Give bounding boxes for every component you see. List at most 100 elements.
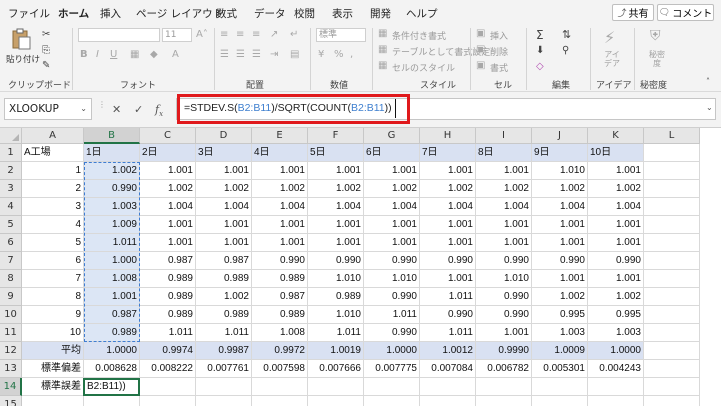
cell-b9[interactable]: 1.001 (84, 288, 140, 306)
column-header-c[interactable]: C (140, 128, 196, 144)
cell-b4[interactable]: 1.003 (84, 198, 140, 216)
cell-b2[interactable]: 1.002 (84, 162, 140, 180)
grow-font-icon[interactable]: A˄ (196, 30, 208, 40)
cell-c1[interactable]: 2日 (140, 144, 196, 162)
cell-d11[interactable]: 1.011 (196, 324, 252, 342)
comment-button[interactable]: 🗨 コメント (657, 4, 714, 21)
cell-f2[interactable]: 1.001 (308, 162, 364, 180)
cell-d12[interactable]: 0.9987 (196, 342, 252, 360)
more-icon[interactable]: ⋮ (98, 100, 106, 109)
cell-a11[interactable]: 10 (22, 324, 84, 342)
cell-k11[interactable]: 1.003 (588, 324, 644, 342)
cell-g5[interactable]: 1.001 (364, 216, 420, 234)
font-name-select[interactable] (78, 28, 160, 42)
cell-k8[interactable]: 1.001 (588, 270, 644, 288)
cell-h6[interactable]: 1.001 (420, 234, 476, 252)
tab-view[interactable]: 表示 (332, 6, 353, 21)
cell-a1[interactable]: A工場 (22, 144, 84, 162)
merge-icon[interactable]: ▤ (290, 50, 299, 60)
cell-j6[interactable]: 1.001 (532, 234, 588, 252)
cell-f7[interactable]: 0.990 (308, 252, 364, 270)
cell-h12[interactable]: 1.0012 (420, 342, 476, 360)
italic-icon[interactable]: I (96, 50, 99, 60)
cell-a13[interactable]: 標準偏差 (22, 360, 84, 378)
tab-developer[interactable]: 開発 (370, 6, 391, 21)
cell-i14[interactable] (476, 378, 532, 396)
cell-f8[interactable]: 1.010 (308, 270, 364, 288)
tab-insert[interactable]: 挿入 (100, 6, 121, 21)
cell-k3[interactable]: 1.002 (588, 180, 644, 198)
cell-g11[interactable]: 0.990 (364, 324, 420, 342)
row-header-2[interactable]: 2 (0, 162, 22, 180)
cell-a7[interactable]: 6 (22, 252, 84, 270)
cell-j15[interactable] (532, 396, 588, 406)
align-bottom-icon[interactable]: ≡ (252, 30, 260, 40)
cell-e14[interactable] (252, 378, 308, 396)
border-icon[interactable]: ▦ (130, 50, 139, 60)
row-header-13[interactable]: 13 (0, 360, 22, 378)
cell-h2[interactable]: 1.001 (420, 162, 476, 180)
cell-e8[interactable]: 0.989 (252, 270, 308, 288)
cell-l13[interactable] (644, 360, 700, 378)
cell-g9[interactable]: 0.990 (364, 288, 420, 306)
row-header-4[interactable]: 4 (0, 198, 22, 216)
cell-d14[interactable] (196, 378, 252, 396)
row-header-14[interactable]: 14 (0, 378, 22, 396)
cell-c5[interactable]: 1.001 (140, 216, 196, 234)
cell-h10[interactable]: 0.990 (420, 306, 476, 324)
cell-f15[interactable] (308, 396, 364, 406)
cell-j11[interactable]: 1.003 (532, 324, 588, 342)
number-format-select[interactable]: 標準 (316, 28, 366, 42)
cell-e13[interactable]: 0.007598 (252, 360, 308, 378)
sort-filter-icon[interactable]: ⇅ (562, 29, 571, 40)
insert-cells-button[interactable]: 挿入 (490, 29, 508, 42)
format-cells-button[interactable]: 書式 (490, 61, 508, 74)
cell-h15[interactable] (420, 396, 476, 406)
tab-formulas[interactable]: 数式 (216, 6, 237, 21)
cell-i7[interactable]: 0.990 (476, 252, 532, 270)
currency-icon[interactable]: ¥ (318, 50, 324, 60)
cell-e15[interactable] (252, 396, 308, 406)
cell-l5[interactable] (644, 216, 700, 234)
row-header-15[interactable]: 15 (0, 396, 22, 406)
cell-f9[interactable]: 0.989 (308, 288, 364, 306)
cell-e9[interactable]: 0.987 (252, 288, 308, 306)
font-color-icon[interactable]: A (172, 50, 179, 60)
cell-l7[interactable] (644, 252, 700, 270)
cell-j9[interactable]: 1.002 (532, 288, 588, 306)
cell-l2[interactable] (644, 162, 700, 180)
cell-a8[interactable]: 7 (22, 270, 84, 288)
cell-i6[interactable]: 1.001 (476, 234, 532, 252)
cell-f6[interactable]: 1.001 (308, 234, 364, 252)
cell-a6[interactable]: 5 (22, 234, 84, 252)
comma-icon[interactable]: , (350, 50, 353, 60)
cell-i11[interactable]: 1.001 (476, 324, 532, 342)
cell-i8[interactable]: 1.010 (476, 270, 532, 288)
cell-h9[interactable]: 1.011 (420, 288, 476, 306)
find-select-icon[interactable]: ⚲ (562, 46, 569, 56)
cell-a4[interactable]: 3 (22, 198, 84, 216)
cell-h3[interactable]: 1.002 (420, 180, 476, 198)
dialog-launcher-icon[interactable]: ↘ (63, 80, 69, 87)
cell-k13[interactable]: 0.004243 (588, 360, 644, 378)
cell-c13[interactable]: 0.008222 (140, 360, 196, 378)
cell-c11[interactable]: 1.011 (140, 324, 196, 342)
cell-d3[interactable]: 1.002 (196, 180, 252, 198)
cell-h1[interactable]: 7日 (420, 144, 476, 162)
row-header-1[interactable]: 1 (0, 144, 22, 162)
name-box[interactable]: XLOOKUP ⌄ (4, 98, 92, 120)
cell-h11[interactable]: 1.011 (420, 324, 476, 342)
bold-icon[interactable]: B (80, 50, 88, 60)
row-header-8[interactable]: 8 (0, 270, 22, 288)
cell-f12[interactable]: 1.0019 (308, 342, 364, 360)
cell-k12[interactable]: 1.0000 (588, 342, 644, 360)
cell-a2[interactable]: 1 (22, 162, 84, 180)
column-header-l[interactable]: L (644, 128, 700, 144)
tab-review[interactable]: 校閲 (294, 6, 315, 21)
cell-l9[interactable] (644, 288, 700, 306)
column-header-j[interactable]: J (532, 128, 588, 144)
tab-data[interactable]: データ (254, 6, 286, 21)
clear-icon[interactable]: ◇ (536, 62, 544, 72)
cell-e3[interactable]: 1.002 (252, 180, 308, 198)
font-size-select[interactable]: 11 (162, 28, 192, 42)
